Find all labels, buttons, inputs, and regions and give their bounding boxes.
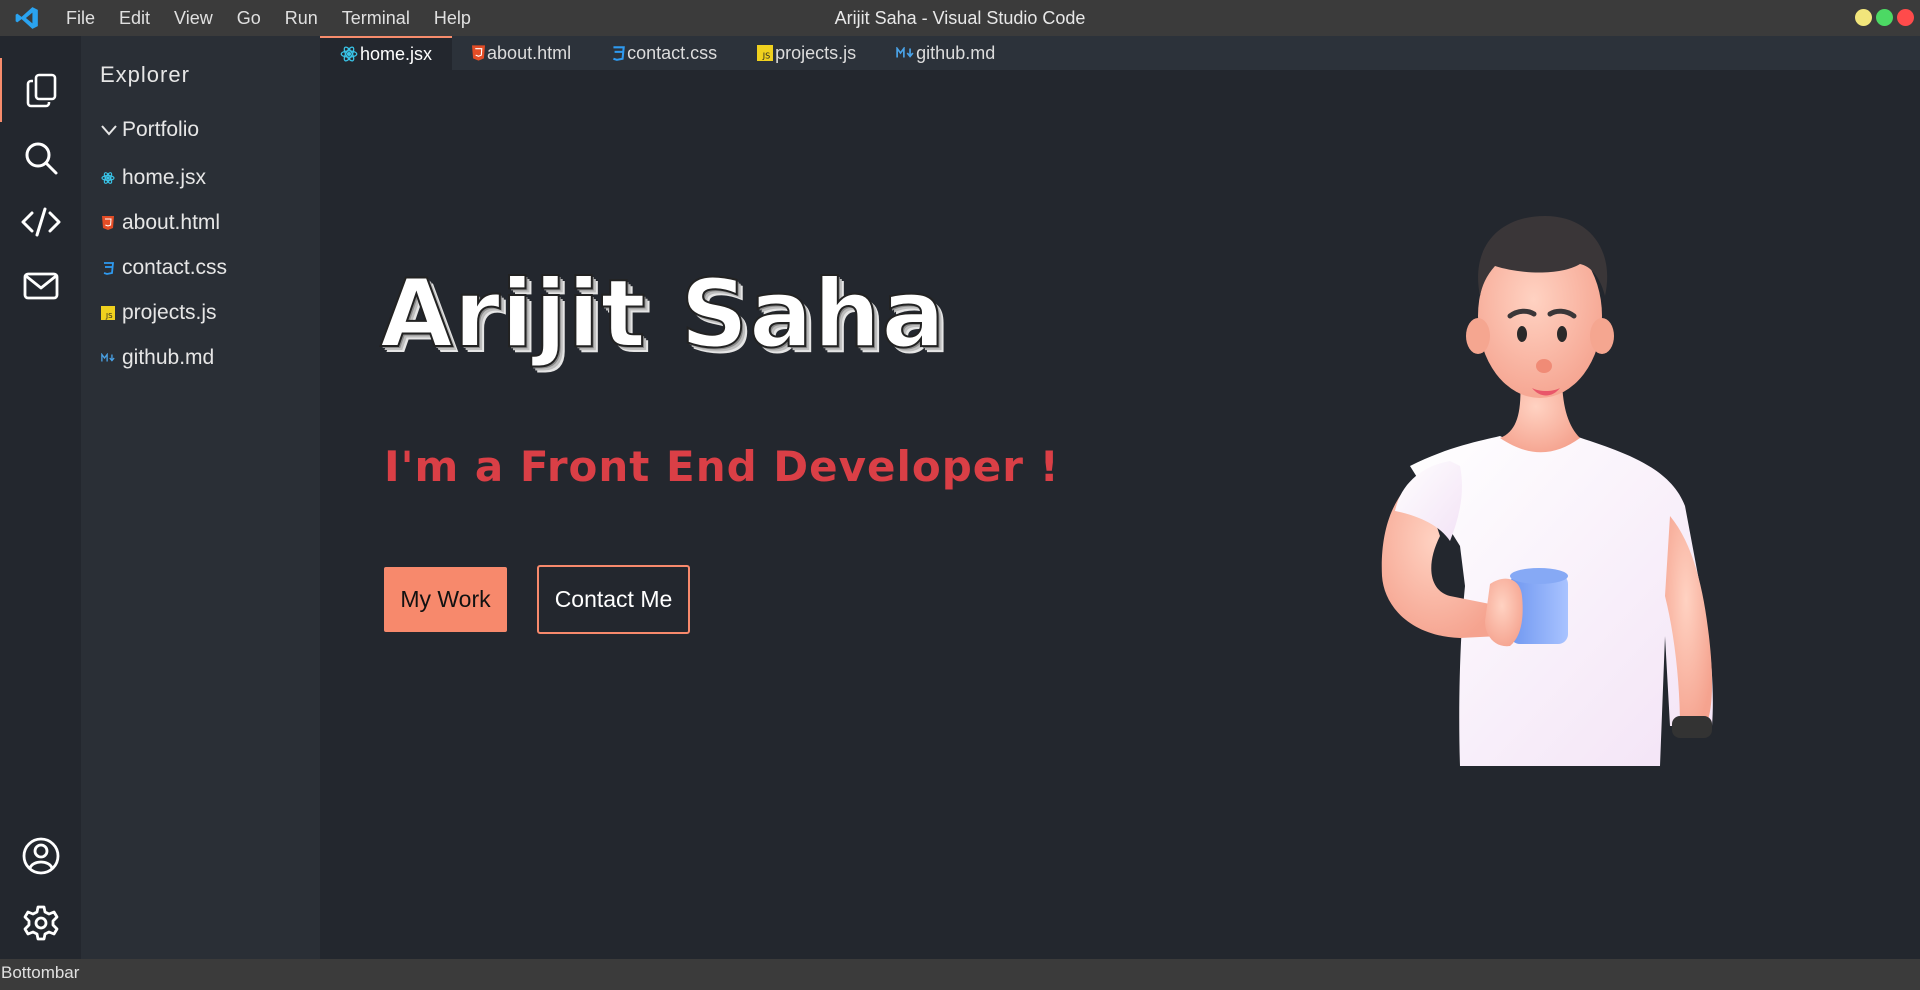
folder-label: Portfolio bbox=[122, 118, 200, 141]
markdown-icon bbox=[896, 47, 914, 58]
minimize-button[interactable] bbox=[1855, 9, 1872, 26]
tab-label: home.jsx bbox=[360, 43, 433, 64]
maximize-button[interactable] bbox=[1876, 9, 1893, 26]
search-activity-button[interactable] bbox=[0, 126, 81, 190]
menu-terminal[interactable]: Terminal bbox=[330, 0, 422, 36]
tab-label: projects.js bbox=[775, 42, 857, 63]
html-icon bbox=[101, 216, 115, 230]
files-icon bbox=[26, 73, 56, 108]
close-button[interactable] bbox=[1897, 9, 1914, 26]
js-icon: JS bbox=[101, 306, 115, 320]
hero-name: Arijit Saha bbox=[379, 259, 946, 370]
tab-home[interactable]: home.jsx bbox=[320, 36, 453, 70]
menu-go[interactable]: Go bbox=[225, 0, 273, 36]
menu-file[interactable]: File bbox=[54, 0, 107, 36]
menu-edit[interactable]: Edit bbox=[107, 0, 162, 36]
explorer-activity-button[interactable] bbox=[0, 58, 81, 122]
sidebar-file-contact[interactable]: contact.css bbox=[101, 256, 227, 280]
file-label: contact.css bbox=[122, 256, 228, 279]
svg-text:JS: JS bbox=[762, 52, 770, 61]
vscode-logo-icon[interactable] bbox=[0, 0, 54, 36]
sidebar-file-about[interactable]: about.html bbox=[101, 211, 220, 235]
file-label: about.html bbox=[122, 211, 221, 234]
file-label: github.md bbox=[122, 346, 215, 369]
tab-label: github.md bbox=[916, 42, 996, 63]
tab-github[interactable]: github.md bbox=[876, 36, 1015, 70]
gear-icon bbox=[23, 905, 58, 941]
activity-bar bbox=[0, 36, 81, 959]
markdown-icon bbox=[101, 351, 115, 365]
file-label: home.jsx bbox=[122, 166, 207, 189]
sidebar-file-home[interactable]: home.jsx bbox=[101, 166, 206, 190]
tab-contact[interactable]: contact.css bbox=[591, 36, 737, 70]
tab-projects[interactable]: JS projects.js bbox=[737, 36, 876, 70]
code-activity-button[interactable] bbox=[0, 190, 81, 254]
html-icon bbox=[472, 45, 486, 61]
status-bar: Bottombar bbox=[0, 959, 1920, 990]
folder-portfolio[interactable]: Portfolio bbox=[100, 118, 199, 142]
my-work-button[interactable]: My Work bbox=[384, 567, 507, 632]
tab-label: about.html bbox=[487, 42, 572, 63]
menu-run[interactable]: Run bbox=[273, 0, 330, 36]
react-icon bbox=[340, 46, 358, 62]
settings-activity-button[interactable] bbox=[0, 891, 81, 955]
hero-subtitle: I'm a Front End Developer ! bbox=[384, 442, 1060, 491]
sidebar-title: Explorer bbox=[100, 62, 190, 87]
css-icon bbox=[101, 261, 115, 275]
js-icon: JS bbox=[757, 45, 774, 61]
chevron-down-icon bbox=[101, 125, 117, 136]
mail-icon bbox=[23, 272, 58, 300]
menu-view[interactable]: View bbox=[162, 0, 225, 36]
svg-text:JS: JS bbox=[105, 312, 113, 320]
tab-label: contact.css bbox=[627, 42, 718, 63]
title-bar: File Edit View Go Run Terminal Help Arij… bbox=[0, 0, 1920, 36]
window-controls bbox=[1855, 9, 1914, 26]
contact-me-button[interactable]: Contact Me bbox=[537, 565, 690, 634]
account-icon bbox=[22, 837, 59, 875]
sidebar-file-github[interactable]: github.md bbox=[101, 346, 214, 370]
css-icon bbox=[613, 46, 625, 61]
menu-help[interactable]: Help bbox=[422, 0, 483, 36]
explorer-sidebar: Explorer Portfolio home.jsx about.html c… bbox=[81, 36, 320, 959]
editor-area: Arijit Saha I'm a Front End Developer ! … bbox=[320, 70, 1920, 959]
file-label: projects.js bbox=[122, 301, 217, 324]
mail-activity-button[interactable] bbox=[0, 254, 81, 318]
account-activity-button[interactable] bbox=[0, 824, 81, 888]
tab-about[interactable]: about.html bbox=[452, 36, 591, 70]
sidebar-file-projects[interactable]: JS projects.js bbox=[101, 301, 217, 325]
search-icon bbox=[25, 142, 57, 175]
react-icon bbox=[101, 171, 115, 185]
avatar-illustration bbox=[1381, 216, 1713, 766]
menu-bar: File Edit View Go Run Terminal Help bbox=[54, 0, 483, 36]
code-icon bbox=[21, 207, 60, 237]
editor-tab-bar: home.jsx about.html contact.css JS proje… bbox=[320, 36, 1920, 70]
